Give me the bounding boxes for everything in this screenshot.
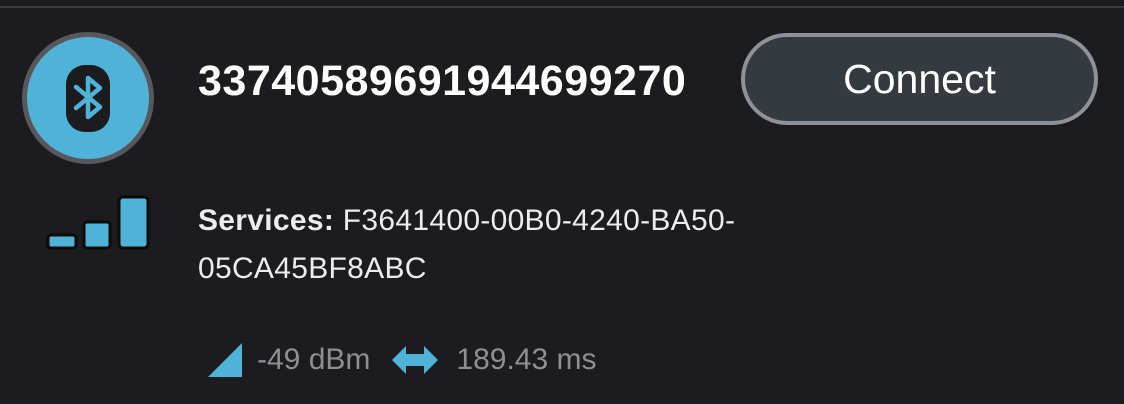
- services-info: Services: F3641400-00B0-4240-BA50-05CA45…: [198, 197, 758, 293]
- device-avatar: [22, 32, 154, 164]
- device-name: 33740589691944699270: [198, 57, 687, 105]
- connect-button[interactable]: Connect: [741, 33, 1098, 125]
- signal-bar-3: [117, 195, 150, 250]
- rssi-value: -49 dBm: [257, 343, 371, 376]
- double-arrow-icon: [392, 346, 439, 374]
- device-list-item[interactable]: 33740589691944699270 Services: F3641400-…: [0, 0, 1124, 404]
- signal-bar-2: [82, 220, 112, 250]
- device-metrics: -49 dBm 189.43 ms: [207, 338, 596, 382]
- rssi-triangle-icon: [208, 343, 242, 377]
- bluetooth-icon: [66, 65, 110, 132]
- signal-bar-1: [46, 233, 78, 250]
- signal-strength-icon: [46, 195, 150, 250]
- services-label: Services:: [198, 204, 335, 237]
- latency-value: 189.43 ms: [456, 343, 597, 376]
